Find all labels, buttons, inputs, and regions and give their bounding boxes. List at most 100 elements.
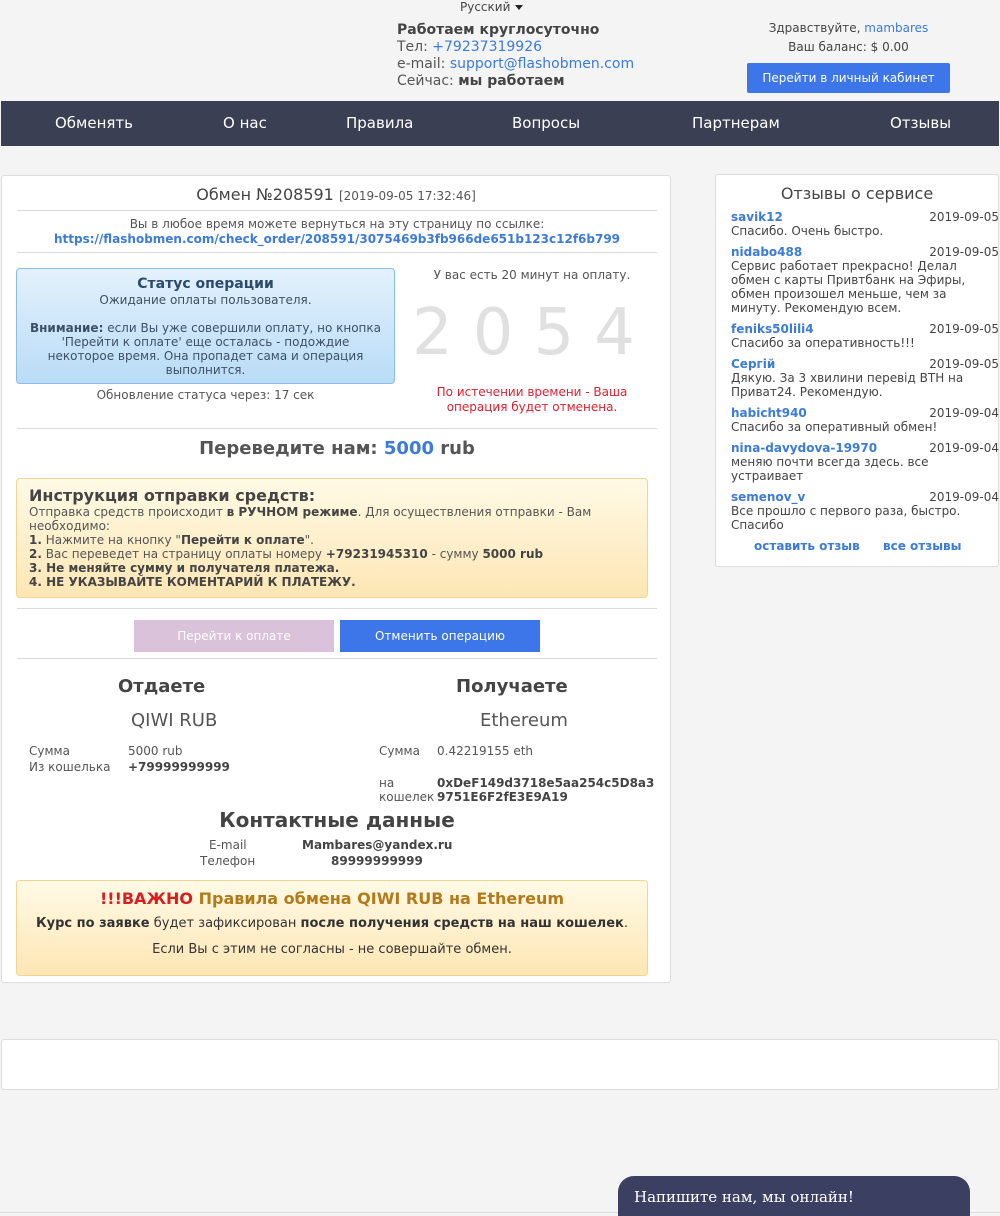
contact-email-label: E-mail — [209, 838, 247, 852]
instruction-step-4: 4. НЕ УКАЗЫВАЙТЕ КОМЕНТАРИЙ К ПЛАТЕЖУ. — [29, 575, 356, 589]
phone-link[interactable]: +79237319926 — [432, 39, 542, 55]
nav-item-exchange[interactable]: Обменять — [55, 101, 133, 146]
status-update-countdown: Обновление статуса через: 17 сек — [96, 388, 315, 402]
order-panel: Обмен №208591 [2019-09-05 17:32:46] Вы в… — [1, 175, 671, 983]
review-author[interactable]: savik12 — [731, 210, 783, 224]
review-author[interactable]: Сергій — [731, 357, 775, 371]
instructions-intro: Отправка средств происходит в РУЧНОМ реж… — [29, 505, 592, 533]
divider — [17, 252, 657, 253]
get-heading: Получаете — [456, 676, 568, 697]
divider — [17, 658, 657, 659]
email-label: e-mail: — [397, 56, 446, 72]
review-author[interactable]: semenov_v — [731, 490, 805, 504]
review-date: 2019-09-04 — [929, 406, 999, 420]
leave-review-link[interactable]: оставить отзыв — [754, 539, 860, 553]
review-date: 2019-09-05 — [929, 210, 999, 224]
account-box: Здравствуйте, mambares Ваш баланс: $ 0.0… — [747, 19, 950, 93]
transfer-sum: 5000 — [383, 438, 435, 459]
review-item: savik12 2019-09-05 Спасибо. Очень быстро. — [731, 210, 999, 238]
review-date: 2019-09-04 — [929, 441, 999, 455]
review-author[interactable]: feniks50lili4 — [731, 322, 814, 336]
working-hours: Работаем круглосуточно — [397, 22, 600, 38]
review-text: Дякую. За 3 хвилини перевід ВТН на Прива… — [731, 371, 964, 399]
review-item: nidabo488 2019-09-05 Сервис работает прекр… — [731, 245, 999, 315]
review-item: habicht940 2019-09-04 Спасибо за оперативн… — [731, 406, 999, 434]
get-sum: 0.42219155 eth — [437, 744, 534, 758]
cancel-operation-button[interactable]: Отменить операцию — [340, 620, 540, 652]
get-wallet: 0xDeF149d3718e5aa254c5D8a3 9751E6F2fE3E9A… — [437, 776, 655, 804]
contact-info: Работаем круглосуточно Тел: +79237319926… — [397, 22, 634, 90]
contact-phone-label: Телефон — [200, 854, 256, 868]
review-date: 2019-09-04 — [929, 490, 999, 504]
rules-line-2: Если Вы с этим не согласны - не совершай… — [152, 942, 512, 957]
give-sum: 5000 rub — [128, 744, 183, 758]
review-date: 2019-09-05 — [929, 357, 999, 371]
get-wallet-label: на кошелек — [379, 776, 435, 804]
order-datetime: [2019-09-05 17:32:46] — [338, 189, 476, 203]
order-title: Обмен №208591 [2019-09-05 17:32:46] — [2, 185, 670, 204]
divider — [17, 608, 657, 609]
cabinet-button[interactable]: Перейти в личный кабинет — [747, 63, 950, 93]
username-link[interactable]: mambares — [864, 21, 928, 35]
review-date: 2019-09-05 — [929, 245, 999, 259]
instructions-box: Инструкция отправки средств: Отправка ср… — [16, 478, 648, 598]
review-item: nina-davydova-19970 2019-09-04 меняю почти… — [731, 441, 999, 483]
review-text: меняю почти всегда здесь. все устраивает — [731, 455, 929, 483]
contact-phone: 89999999999 — [331, 854, 423, 868]
instruction-step-2: 2. Вас переведет на страницу оплаты номе… — [29, 547, 544, 561]
language-select[interactable]: Русский — [460, 0, 524, 14]
get-currency: Ethereum — [480, 710, 568, 731]
contact-email: Mambares@yandex.ru — [302, 838, 453, 852]
give-wallet-label: Из кошелька — [29, 760, 111, 774]
phone-label: Тел: — [397, 39, 428, 55]
reviews-panel: Отзывы о сервисе savik12 2019-09-05 Спасиб… — [715, 174, 999, 567]
header: Русский Работаем круглосуточно Тел: +792… — [0, 0, 1000, 100]
review-item: semenov_v 2019-09-04 Все прошло с первого … — [731, 490, 999, 532]
give-currency: QIWI RUB — [131, 710, 218, 731]
balance: Ваш баланс: $ 0.00 — [788, 40, 909, 54]
divider — [17, 428, 657, 429]
review-text: Спасибо. Очень быстро. — [731, 224, 884, 238]
chevron-down-icon — [515, 5, 524, 10]
return-text: Вы в любое время можете вернуться на эту… — [129, 217, 545, 231]
nav-item-about[interactable]: О нас — [223, 101, 267, 146]
review-author[interactable]: habicht940 — [731, 406, 807, 420]
order-number: Обмен №208591 — [196, 185, 334, 204]
nav-item-reviews[interactable]: Отзывы — [890, 101, 951, 146]
return-link-block: Вы в любое время можете вернуться на эту… — [2, 217, 672, 247]
all-reviews-link[interactable]: все отзывы — [883, 539, 962, 553]
transfer-amount: Переведите нам: 5000 rub — [2, 438, 672, 459]
contact-heading: Контактные данные — [219, 808, 455, 832]
reviews-title: Отзывы о сервисе — [780, 184, 934, 203]
timer-digit: 2 — [412, 296, 473, 370]
get-sum-label: Сумма — [379, 744, 420, 758]
pay-button[interactable]: Перейти к оплате — [134, 620, 334, 652]
status-text: Ожидание оплаты пользователя. — [99, 293, 312, 307]
status-box: Статус операции Ожидание оплаты пользова… — [16, 268, 395, 384]
now-status: мы работаем — [458, 73, 565, 89]
give-heading: Отдаете — [118, 676, 206, 697]
timer-note: У вас есть 20 минут на оплату. — [433, 268, 631, 282]
language-label: Русский — [460, 0, 511, 14]
review-text: Спасибо за оперативный обмен! — [731, 420, 938, 434]
online-chat-widget[interactable]: Напишите нам, мы онлайн! — [618, 1176, 970, 1216]
nav-item-faq[interactable]: Вопросы — [512, 101, 580, 146]
now-label: Сейчас: — [397, 73, 454, 89]
review-author[interactable]: nina-davydova-19970 — [731, 441, 877, 455]
timer-warning: По истечении времени - Ваша операция буд… — [436, 385, 628, 414]
timer-digit: 4 — [594, 296, 655, 370]
give-wallet: +79999999999 — [128, 760, 230, 774]
timer-digit: 5 — [533, 296, 595, 370]
payment-timer: 2054 — [412, 296, 652, 370]
instruction-step-3: 3. Не меняйте сумму и получателя платежа… — [29, 561, 340, 575]
nav-item-partners[interactable]: Партнерам — [692, 101, 780, 146]
review-author[interactable]: nidabo488 — [731, 245, 802, 259]
transfer-label: Переведите нам: — [199, 438, 378, 459]
return-link[interactable]: https://flashobmen.com/check_order/20859… — [54, 232, 620, 246]
email-link[interactable]: support@flashobmen.com — [450, 56, 634, 72]
status-title: Статус операции — [137, 276, 274, 292]
review-item: feniks50lili4 2019-09-05 Спасибо за операт… — [731, 322, 999, 350]
greeting: Здравствуйте, — [768, 21, 861, 35]
exchange-rules-box: !!!ВАЖНО Правила обмена QIWI RUB на Ethe… — [16, 880, 648, 976]
nav-item-rules[interactable]: Правила — [346, 101, 413, 146]
